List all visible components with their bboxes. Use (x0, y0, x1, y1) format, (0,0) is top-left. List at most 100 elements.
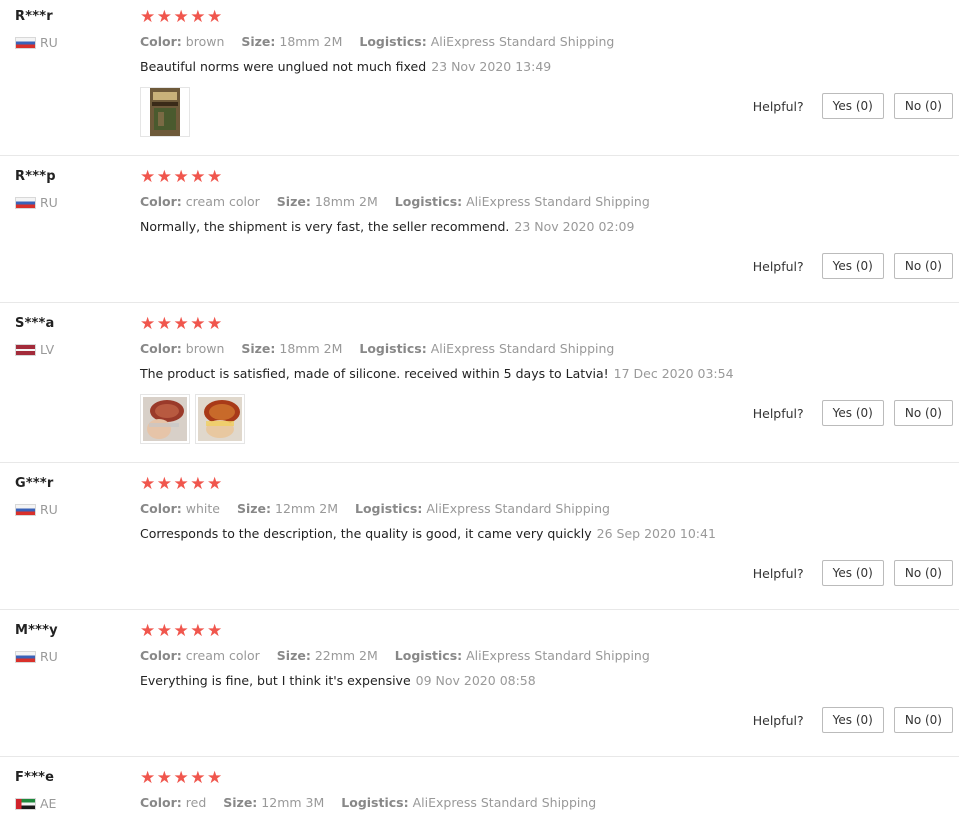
review-photo-thumbnail[interactable] (140, 394, 190, 444)
logistics-key: Logistics: (359, 341, 427, 356)
review-photo-thumbnail[interactable] (195, 394, 245, 444)
reviews-list: R***r RU ★★★★★ Color: brown Size: 18mm 2… (0, 0, 969, 811)
russia-flag-icon (15, 650, 36, 663)
color-value: white (185, 501, 220, 516)
helpful-vote: Helpful? Yes (0) No (0) (753, 253, 953, 279)
review-attributes: Color: brown Size: 18mm 2M Logistics: Al… (140, 341, 627, 356)
size-key: Size: (241, 341, 276, 356)
helpful-yes-button[interactable]: Yes (0) (821, 93, 884, 119)
color-value: red (185, 795, 207, 810)
size-value: 22mm 2M (314, 648, 378, 663)
helpful-no-button[interactable]: No (0) (893, 707, 953, 733)
color-key: Color: (140, 34, 182, 49)
country-code: RU (40, 502, 58, 517)
review-content: Corresponds to the description, the qual… (140, 526, 716, 541)
logistics-value: AliExpress Standard Shipping (466, 648, 650, 663)
size-value: 18mm 2M (279, 341, 343, 356)
helpful-label: Helpful? (752, 405, 804, 421)
color-value: brown (185, 341, 225, 356)
size-value: 12mm 3M (261, 795, 325, 810)
review-item: G***r RU ★★★★★ Color: white Size: 12mm 2… (0, 467, 959, 610)
review-content: Everything is fine, but I think it's exp… (140, 673, 536, 688)
review-text: Normally, the shipment is very fast, the… (140, 219, 510, 234)
helpful-vote: Helpful? Yes (0) No (0) (753, 400, 953, 426)
country-code: LV (40, 342, 55, 357)
logistics-key: Logistics: (341, 795, 409, 810)
size-value: 18mm 2M (314, 194, 378, 209)
helpful-yes-button[interactable]: Yes (0) (821, 560, 884, 586)
logistics-key: Logistics: (394, 648, 463, 663)
helpful-vote: Helpful? Yes (0) No (0) (753, 93, 953, 119)
helpful-no-button[interactable]: No (0) (893, 93, 953, 119)
reviewer-country: RU (15, 35, 58, 50)
review-date: 26 Sep 2020 10:41 (596, 526, 716, 541)
logistics-value: AliExpress Standard Shipping (430, 34, 615, 49)
size-key: Size: (236, 501, 272, 516)
review-content: The product is satisfied, made of silico… (140, 366, 734, 381)
helpful-no-button[interactable]: No (0) (893, 400, 953, 426)
review-item: S***a LV ★★★★★ Color: brown Size: 18mm 2… (0, 307, 959, 463)
review-photos (140, 87, 190, 137)
helpful-vote: Helpful? Yes (0) No (0) (753, 560, 953, 586)
size-key: Size: (276, 194, 311, 209)
helpful-label: Helpful? (752, 98, 804, 114)
review-attributes: Color: cream color Size: 22mm 2M Logisti… (140, 648, 663, 663)
reviewer-country: RU (15, 502, 58, 517)
size-key: Size: (223, 795, 258, 810)
logistics-key: Logistics: (359, 34, 427, 49)
color-key: Color: (140, 194, 182, 209)
star-rating: ★★★★★ (140, 7, 224, 27)
logistics-value: AliExpress Standard Shipping (426, 501, 610, 516)
country-code: AE (40, 796, 57, 811)
color-key: Color: (140, 795, 182, 810)
star-rating: ★★★★★ (140, 314, 224, 334)
helpful-vote: Helpful? Yes (0) No (0) (753, 707, 953, 733)
helpful-no-button[interactable]: No (0) (893, 560, 953, 586)
helpful-yes-button[interactable]: Yes (0) (821, 253, 884, 279)
helpful-label: Helpful? (752, 565, 804, 581)
color-value: cream color (185, 648, 260, 663)
reviewer-country: RU (15, 195, 58, 210)
review-date: 09 Nov 2020 08:58 (415, 673, 536, 688)
country-code: RU (40, 195, 58, 210)
review-attributes: Color: red Size: 12mm 3M Logistics: AliE… (140, 795, 609, 810)
country-code: RU (40, 35, 58, 50)
review-text: Corresponds to the description, the qual… (140, 526, 592, 541)
reviewer-country: LV (15, 342, 54, 357)
review-text: The product is satisfied, made of silico… (140, 366, 609, 381)
reviewer-name: M***y (15, 623, 58, 638)
star-rating: ★★★★★ (140, 621, 224, 641)
product-photo-icon (143, 397, 187, 441)
reviewer-name: G***r (15, 476, 54, 491)
star-rating: ★★★★★ (140, 474, 224, 494)
logistics-key: Logistics: (354, 501, 423, 516)
review-content: Beautiful norms were unglued not much fi… (140, 59, 551, 74)
helpful-yes-button[interactable]: Yes (0) (821, 400, 884, 426)
review-item: M***y RU ★★★★★ Color: cream color Size: … (0, 614, 959, 757)
latvia-flag-icon (15, 343, 36, 356)
review-photos (140, 394, 245, 444)
product-photo-icon (198, 397, 242, 441)
review-item: R***r RU ★★★★★ Color: brown Size: 18mm 2… (0, 0, 959, 156)
color-value: brown (185, 34, 225, 49)
helpful-label: Helpful? (752, 258, 804, 274)
star-rating: ★★★★★ (140, 768, 224, 788)
review-text: Beautiful norms were unglued not much fi… (140, 59, 427, 74)
review-item: R***p RU ★★★★★ Color: cream color Size: … (0, 160, 959, 303)
logistics-value: AliExpress Standard Shipping (430, 341, 615, 356)
color-key: Color: (140, 648, 182, 663)
size-value: 12mm 2M (275, 501, 338, 516)
review-photo-thumbnail[interactable] (140, 87, 190, 137)
reviewer-country: AE (15, 796, 56, 811)
review-attributes: Color: brown Size: 18mm 2M Logistics: Al… (140, 34, 627, 49)
russia-flag-icon (15, 196, 36, 209)
reviewer-name: R***p (15, 169, 56, 184)
helpful-no-button[interactable]: No (0) (893, 253, 953, 279)
review-date: 17 Dec 2020 03:54 (613, 366, 734, 381)
helpful-yes-button[interactable]: Yes (0) (821, 707, 884, 733)
review-text: Everything is fine, but I think it's exp… (140, 673, 411, 688)
logistics-key: Logistics: (394, 194, 463, 209)
review-date: 23 Nov 2020 13:49 (431, 59, 552, 74)
review-attributes: Color: cream color Size: 18mm 2M Logisti… (140, 194, 663, 209)
reviewer-name: R***r (15, 9, 53, 24)
